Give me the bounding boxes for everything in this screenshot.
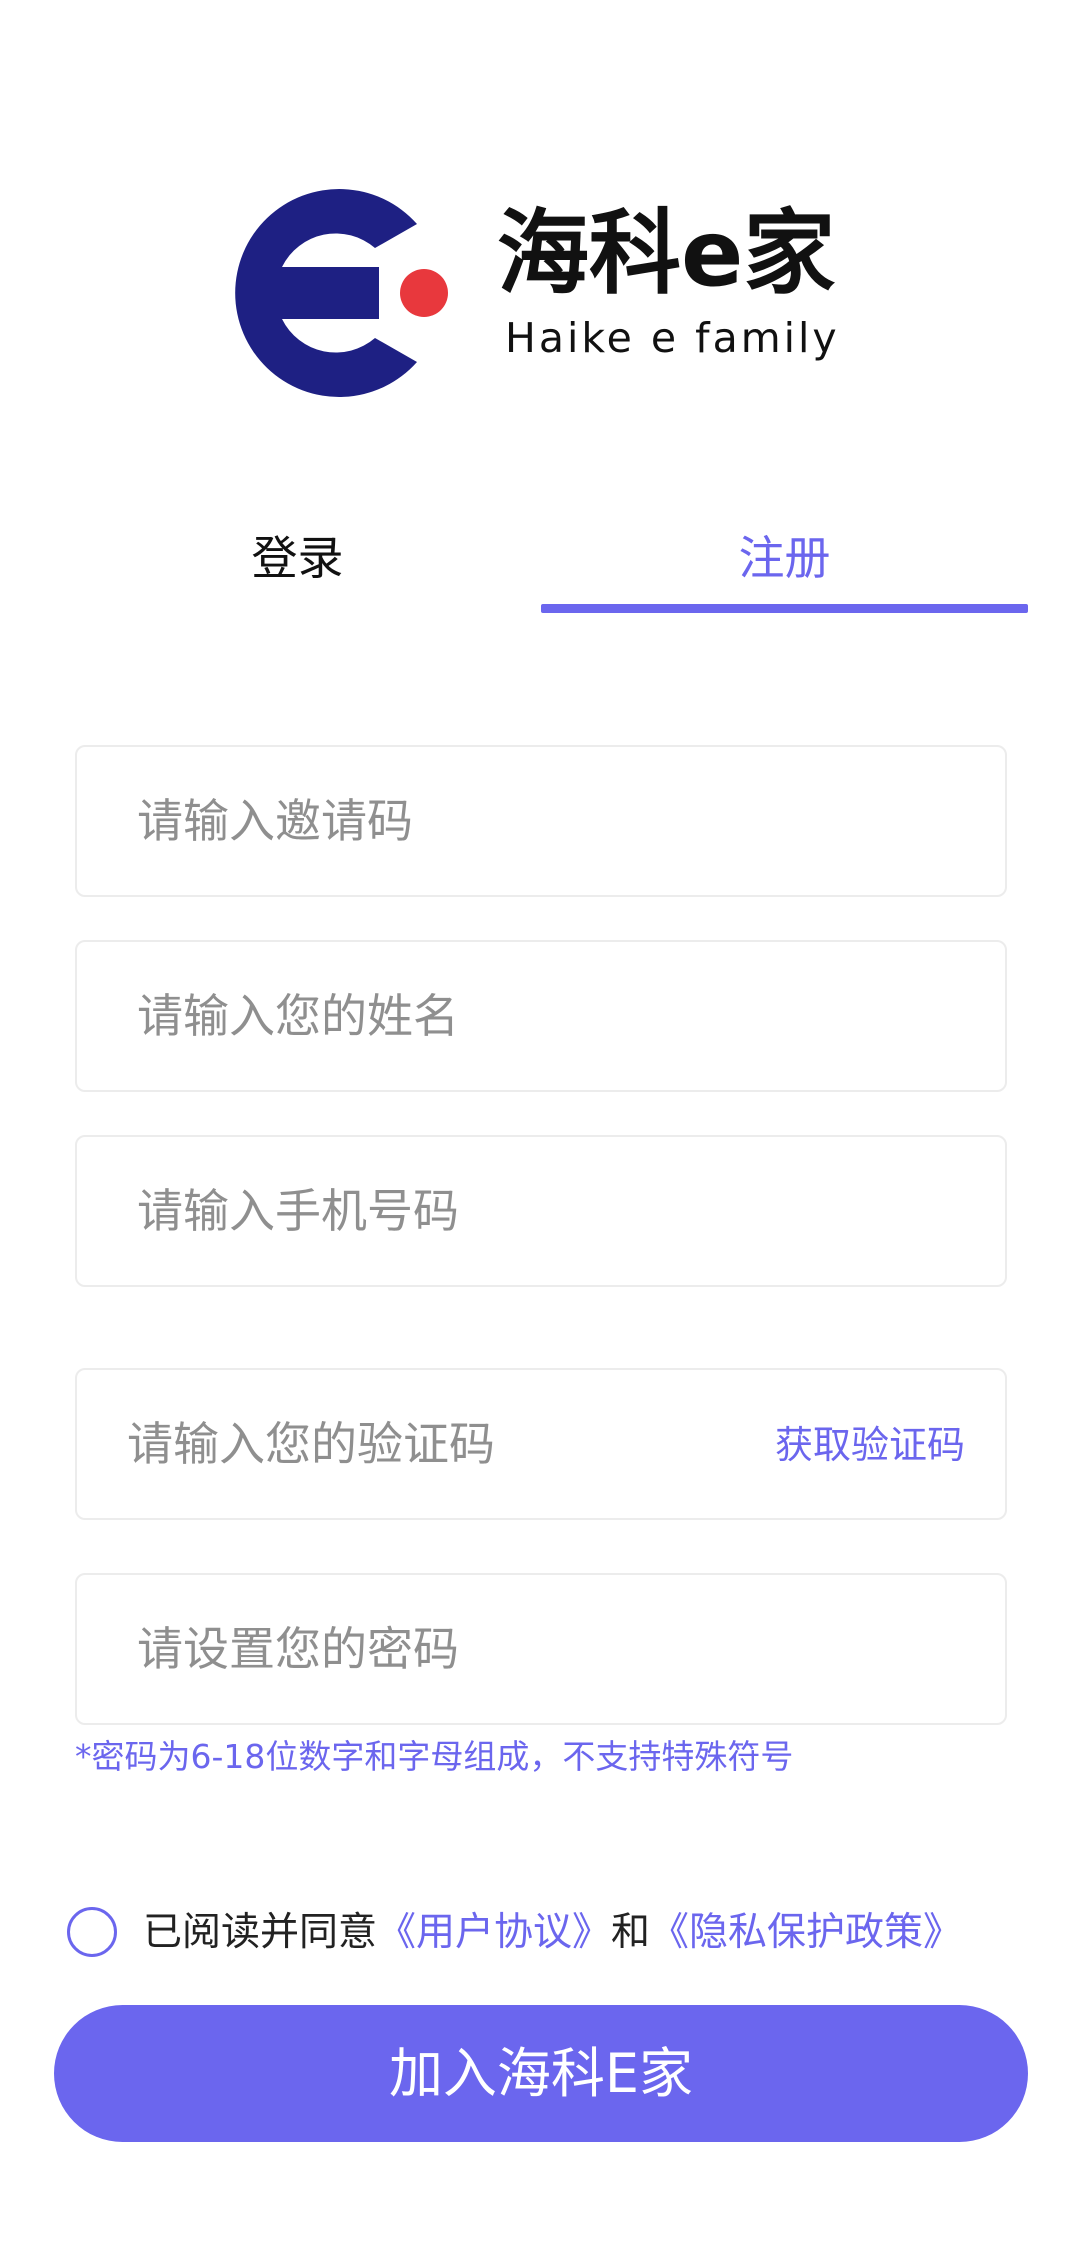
logo-title: 海科e家 <box>497 200 836 307</box>
privacy-policy-link[interactable]: 《隐私保护政策》 <box>650 1910 962 1955</box>
password-input[interactable] <box>137 1575 757 1723</box>
haike-logo-icon <box>235 189 448 397</box>
verify-code-input[interactable] <box>127 1370 747 1518</box>
invite-code-input[interactable] <box>137 747 757 895</box>
verify-code-field: 获取验证码 <box>75 1368 1007 1520</box>
password-hint: *密码为6-18位数字和字母组成，不支持特殊符号 <box>75 1737 794 1776</box>
logo-subtitle: Haike e family <box>505 314 840 362</box>
join-button[interactable]: 加入海科E家 <box>54 2005 1028 2142</box>
invite-code-field <box>75 745 1007 897</box>
name-field <box>75 940 1007 1092</box>
user-agreement-link[interactable]: 《用户协议》 <box>377 1910 611 1955</box>
agreement-text: 已阅读并同意《用户协议》和《隐私保护政策》 <box>143 1908 962 1958</box>
agreement-checkbox[interactable] <box>67 1907 117 1957</box>
active-tab-indicator <box>541 604 1028 613</box>
tab-login[interactable]: 登录 <box>54 520 541 615</box>
password-field <box>75 1573 1007 1725</box>
phone-input[interactable] <box>137 1137 757 1285</box>
get-code-button[interactable]: 获取验证码 <box>775 1370 965 1518</box>
agreement-and: 和 <box>611 1910 651 1955</box>
tab-register[interactable]: 注册 <box>541 520 1028 615</box>
phone-field <box>75 1135 1007 1287</box>
agreement-prefix: 已阅读并同意 <box>143 1910 378 1955</box>
name-input[interactable] <box>137 942 757 1090</box>
